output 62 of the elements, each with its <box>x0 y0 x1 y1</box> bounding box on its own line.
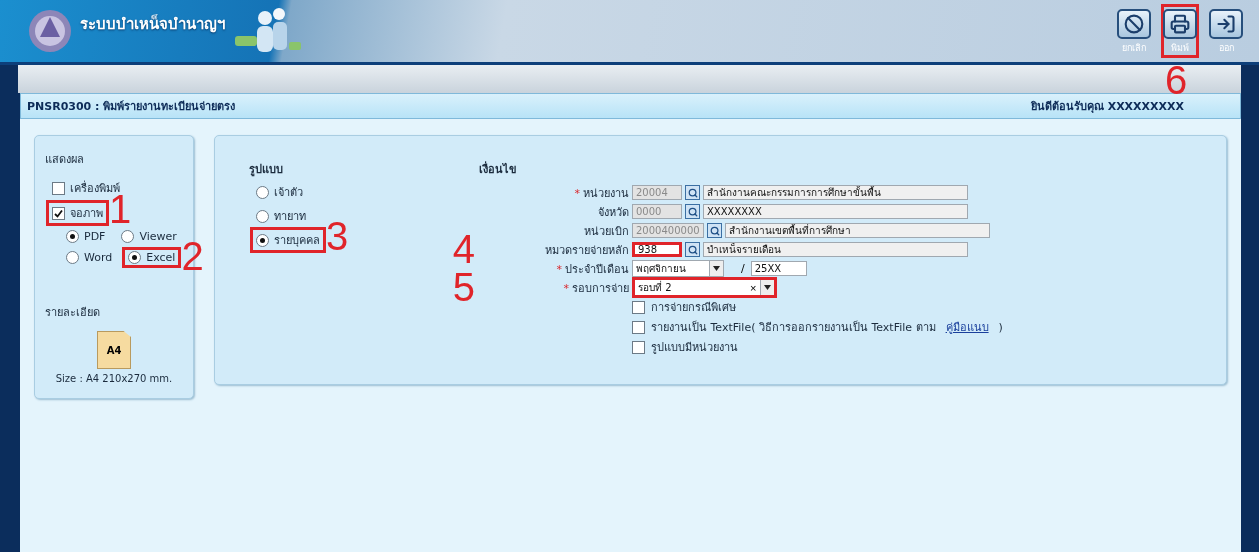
search-button[interactable] <box>707 223 722 238</box>
checkbox[interactable] <box>632 320 645 334</box>
paper-icon: A4 <box>97 331 131 369</box>
field-label-text: หน่วยงาน <box>583 186 629 200</box>
code-field[interactable]: 938 <box>632 242 682 257</box>
printer-icon <box>1170 14 1190 34</box>
search-button[interactable] <box>685 185 700 200</box>
radio-button[interactable] <box>128 251 142 264</box>
required-mark: * <box>574 186 580 200</box>
radio-label: Word <box>60 247 119 268</box>
slash: / <box>741 262 745 275</box>
name-field[interactable]: บำเหน็จรายเดือน <box>703 242 968 257</box>
checkbox[interactable] <box>632 300 645 314</box>
field-label-text: หมวดรายจ่ายหลัก <box>545 243 629 257</box>
app-title: ระบบบำเหน็จบำนาญฯ <box>80 13 225 35</box>
callout-number: 4 <box>452 228 475 269</box>
required-mark: * <box>556 262 562 276</box>
callout-number: 5 <box>452 266 475 307</box>
paper-size: Size : A4 210x270 mm. <box>54 373 174 384</box>
checkbox[interactable] <box>632 340 645 354</box>
option-label: รูปแบบมีหน่วยงาน <box>651 340 738 356</box>
callout-number: 2 <box>181 236 204 276</box>
field-label-text: รอบการจ่าย <box>572 281 629 295</box>
cancel-icon <box>1124 14 1144 34</box>
section-heading: รายละเอียด <box>45 305 101 321</box>
emblem-logo <box>28 7 72 55</box>
radio-button[interactable] <box>256 233 269 247</box>
checkbox[interactable] <box>52 206 65 220</box>
section-heading: รูปแบบ <box>249 162 284 178</box>
search-button[interactable] <box>685 204 700 219</box>
option-label: ) <box>998 320 1003 334</box>
manual-link[interactable]: คู่มือแนบ <box>945 318 989 336</box>
radio-button[interactable] <box>256 209 269 223</box>
radio-button[interactable] <box>121 230 135 243</box>
welcome-text: ยินดีต้อนรับคุณ XXXXXXXXX <box>1030 99 1184 115</box>
required-mark: * <box>563 281 569 295</box>
page-title: PNSR0300 : พิมพ์รายงานทะเบียนจ่ายตรง <box>27 99 236 115</box>
month-dropdown[interactable]: พฤศจิกายน <box>632 260 724 277</box>
callout-number: 3 <box>326 216 349 256</box>
radio-button[interactable] <box>256 185 269 199</box>
option-label: การจ่ายกรณีพิเศษ <box>651 300 736 316</box>
option-label: รายงานเป็น TextFile( วิธีการออกรายงานเป็น TextFile ตาม <box>651 319 936 336</box>
caret-icon[interactable] <box>709 261 723 276</box>
field-label-text: หน่วยเบิก <box>584 224 629 238</box>
radio-label: Viewer <box>115 226 183 247</box>
clear-button[interactable]: × <box>746 281 761 294</box>
checkbox[interactable] <box>52 181 65 195</box>
section-heading: เงื่อนไข <box>479 160 518 178</box>
radio-button[interactable] <box>66 251 79 264</box>
round-dropdown[interactable]: รอบที่ 2 × <box>632 277 778 298</box>
radio-button[interactable] <box>66 230 79 243</box>
radio-label: PDF <box>60 226 112 247</box>
field-label-text: ประจำปีเดือน <box>565 262 629 276</box>
field-label-text: จังหวัด <box>598 205 629 219</box>
callout-number: 6 <box>1165 60 1188 100</box>
radio-label: เจ้าตัว <box>250 179 309 205</box>
year-field[interactable]: 25XX <box>750 261 807 276</box>
search-button[interactable] <box>685 242 700 257</box>
section-heading: แสดงผล <box>45 152 85 168</box>
exit-icon <box>1216 14 1236 34</box>
caret-icon[interactable] <box>760 280 775 295</box>
radio-label: ทายาท <box>250 203 312 229</box>
